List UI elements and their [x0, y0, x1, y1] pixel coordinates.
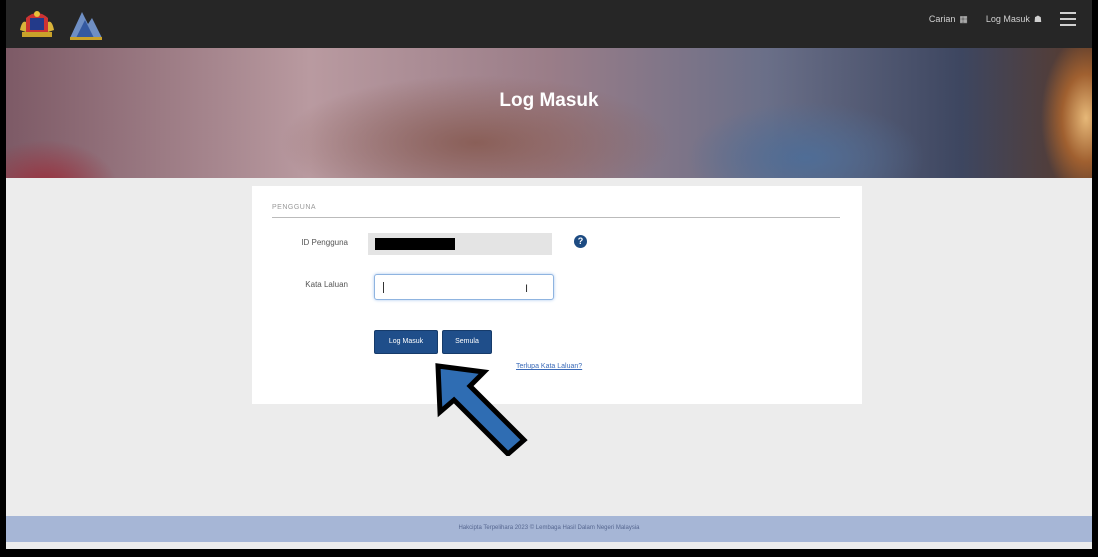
footer: Hakcipta Terpelihara 2023 © Lembaga Hasi… — [6, 516, 1092, 542]
nav-search-link[interactable]: Carian ▦ — [929, 14, 968, 25]
password-field[interactable]: I — [374, 274, 554, 300]
login-card: PENGGUNA ID Pengguna ? Kata Laluan I Log… — [252, 186, 862, 404]
login-button[interactable]: Log Masuk — [374, 330, 438, 354]
user-icon: ☗ — [1033, 13, 1042, 24]
section-label: PENGGUNA — [272, 204, 317, 211]
user-id-field[interactable] — [368, 233, 552, 255]
pointer-arrow-icon — [435, 363, 528, 456]
reset-button[interactable]: Semula — [442, 330, 492, 354]
section-divider — [272, 217, 840, 218]
page-title: Log Masuk — [499, 90, 599, 111]
hero-banner: Log Masuk — [6, 48, 1092, 178]
nav-search-label: Carian — [928, 14, 956, 24]
coat-of-arms-logo[interactable] — [18, 6, 56, 42]
grid-icon: ▦ — [959, 13, 968, 24]
browser-viewport: Carian ▦ Log Masuk ☗ Log Masuk PENGGUNA … — [6, 0, 1092, 549]
nav-login-label: Log Masuk — [985, 14, 1030, 24]
footer-copyright: Hakcipta Terpelihara 2023 © Lembaga Hasi… — [458, 525, 640, 531]
text-caret — [383, 282, 384, 293]
user-id-label: ID Pengguna — [301, 238, 348, 247]
question-circle-icon[interactable]: ? — [574, 235, 587, 248]
agency-logo[interactable] — [66, 6, 104, 42]
hamburger-menu-icon[interactable] — [1060, 12, 1076, 26]
redacted-value — [375, 238, 455, 250]
password-label: Kata Laluan — [305, 280, 348, 289]
nav-login-link[interactable]: Log Masuk ☗ — [986, 14, 1042, 25]
text-cursor-icon: I — [525, 283, 529, 295]
top-navbar: Carian ▦ Log Masuk ☗ — [6, 0, 1092, 48]
top-nav: Carian ▦ Log Masuk ☗ — [929, 12, 1076, 26]
